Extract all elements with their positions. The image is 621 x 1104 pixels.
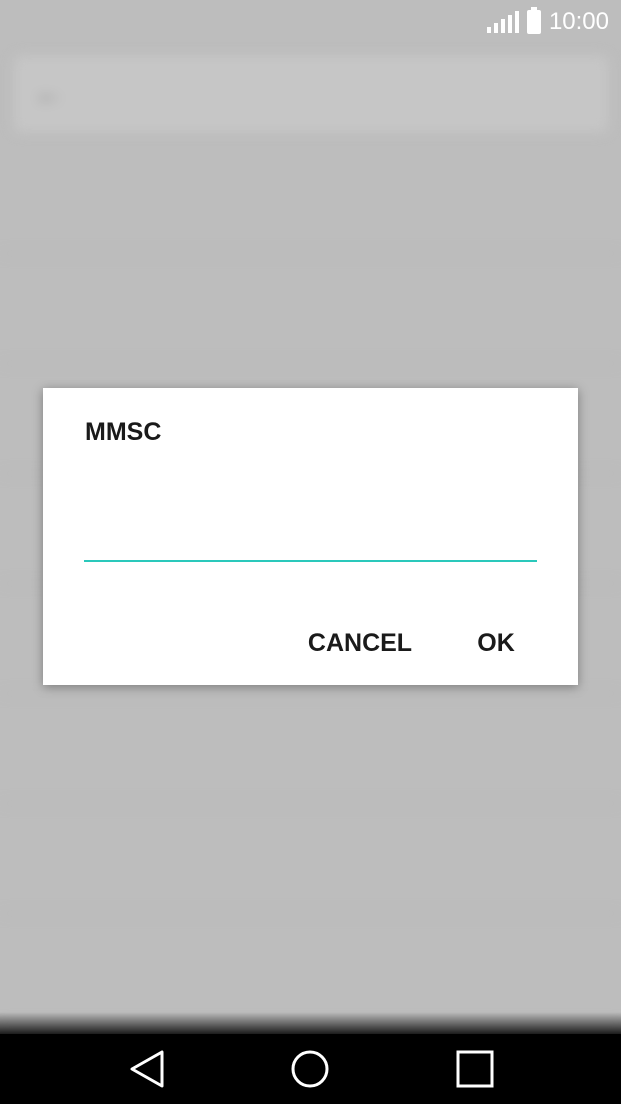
status-time: 10:00 xyxy=(548,8,609,35)
screen: 10:00 ← MMSC CANCEL OK xyxy=(0,0,621,1104)
nav-bar-shadow xyxy=(0,1012,621,1034)
list-item xyxy=(0,254,621,364)
back-arrow-icon: ← xyxy=(34,77,64,110)
list-item xyxy=(0,914,621,1024)
list-item xyxy=(0,804,621,914)
signal-icon xyxy=(486,11,519,33)
mmsc-dialog: MMSC CANCEL OK xyxy=(43,388,578,685)
status-bar: 10:00 xyxy=(0,0,621,44)
back-icon[interactable] xyxy=(128,1049,168,1089)
dialog-title: MMSC xyxy=(85,418,162,446)
background-toolbar: ← xyxy=(14,56,608,132)
list-item xyxy=(0,144,621,254)
mmsc-input[interactable] xyxy=(84,522,537,562)
cancel-button[interactable]: CANCEL xyxy=(301,618,419,668)
navigation-bar xyxy=(0,1034,621,1104)
battery-icon xyxy=(526,7,541,34)
recents-icon[interactable] xyxy=(455,1049,495,1089)
dialog-actions: CANCEL OK xyxy=(43,618,578,668)
ok-button[interactable]: OK xyxy=(465,618,527,668)
home-icon[interactable] xyxy=(290,1049,330,1089)
list-item xyxy=(0,694,621,804)
